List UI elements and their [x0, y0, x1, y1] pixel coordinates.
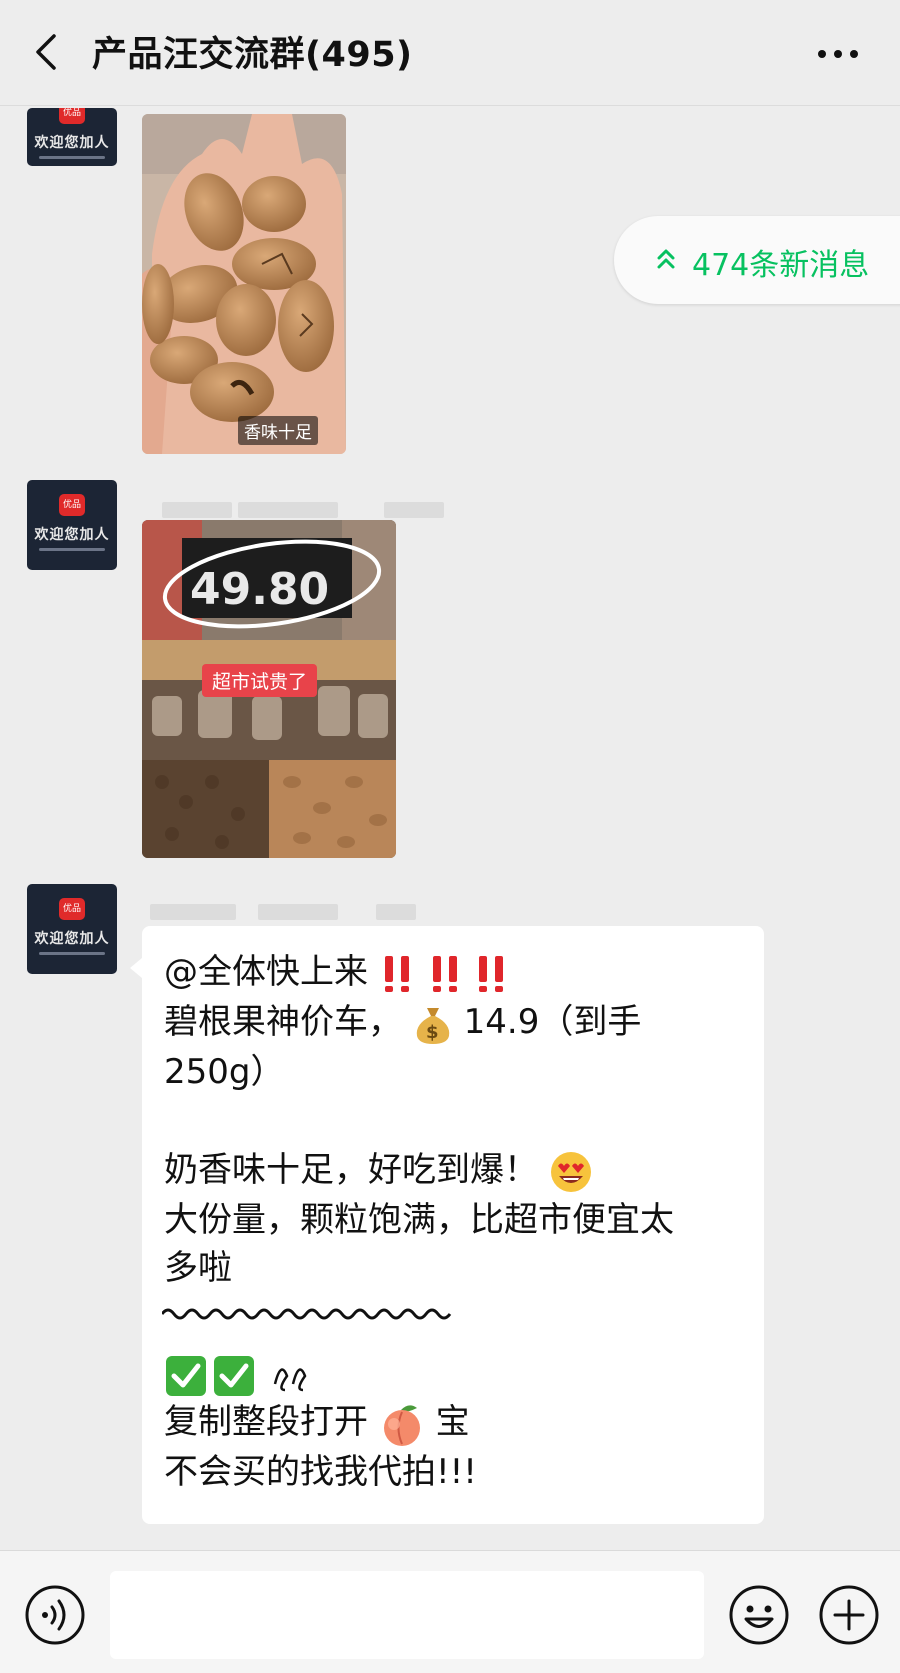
- sender-avatar[interactable]: 优品 欢迎您加人: [27, 884, 117, 974]
- voice-button[interactable]: [24, 1584, 86, 1646]
- photo-caption: 香味十足: [238, 416, 318, 445]
- message-line: [164, 1350, 317, 1398]
- emoji-icon: [729, 1585, 789, 1645]
- sender-avatar[interactable]: 优品 欢迎您加人: [27, 480, 117, 570]
- sender-name-blurred: [238, 502, 338, 518]
- avatar-badge: 优品: [59, 898, 85, 920]
- new-messages-button[interactable]: 474条新消息: [614, 216, 900, 304]
- emoji-button[interactable]: [728, 1584, 790, 1646]
- sender-avatar[interactable]: 优品 欢迎您加人: [27, 108, 117, 166]
- message-line: 不会买的找我代拍!!!: [164, 1452, 477, 1492]
- message-line: 多啦: [164, 1248, 232, 1288]
- avatar-badge: 优品: [59, 108, 85, 124]
- avatar-badge: 优品: [59, 494, 85, 516]
- heart-eyes-icon: [550, 1151, 591, 1192]
- avatar-label: 欢迎您加人: [34, 931, 110, 947]
- money-bag-icon: $: [416, 1007, 450, 1044]
- voice-icon: [25, 1585, 85, 1645]
- text-message-bubble[interactable]: @全体快上来 碧根果神价车， $ 14.9（到手 250g） 奶香味十足，好吃到…: [130, 926, 764, 1524]
- link-glyph-icon: [273, 1367, 307, 1391]
- back-button[interactable]: [28, 28, 68, 76]
- photo-message-supermarket[interactable]: 49.80 超市试贵了: [142, 520, 396, 858]
- svg-text:$: $: [426, 1022, 439, 1043]
- message-line: @全体快上来: [164, 948, 511, 996]
- more-icon: [818, 50, 858, 58]
- sender-name-blurred: [376, 904, 416, 920]
- plus-button[interactable]: [818, 1584, 880, 1646]
- message-line: 大份量，颗粒饱满，比超市便宜太: [164, 1200, 674, 1240]
- mention-text: @全体快上来: [164, 952, 368, 992]
- chat-header: 产品汪交流群(495): [0, 0, 900, 106]
- message-line: 奶香味十足，好吃到爆！: [164, 1146, 593, 1194]
- avatar-label: 欢迎您加人: [34, 527, 110, 543]
- avatar-label: 欢迎您加人: [34, 135, 110, 151]
- sender-name-blurred: [258, 904, 338, 920]
- avatar-subline: [39, 952, 105, 955]
- message-line: 碧根果神价车， $ 14.9（到手: [164, 998, 641, 1046]
- photo-caption: 超市试贵了: [202, 664, 318, 697]
- sender-name-blurred: [150, 904, 236, 920]
- photo-message-pecans-hand[interactable]: 香味十足: [142, 114, 346, 454]
- price-sign-text: 49.80: [190, 564, 329, 615]
- peach-icon: [383, 1404, 420, 1446]
- plus-icon: [819, 1585, 879, 1645]
- page-title: 产品汪交流群(495): [92, 35, 413, 75]
- sender-name-blurred: [384, 502, 444, 518]
- new-messages-label: 474条新消息: [692, 248, 870, 283]
- avatar-subline: [39, 156, 105, 159]
- double-chevron-up-icon: [657, 249, 675, 269]
- sender-name-blurred: [162, 502, 232, 518]
- message-input[interactable]: [110, 1571, 704, 1659]
- more-button[interactable]: [812, 36, 864, 72]
- back-arrow-icon: [36, 34, 56, 70]
- message-line: 250g）: [164, 1052, 285, 1092]
- check-mark-icon: [166, 1355, 254, 1396]
- avatar-subline: [39, 548, 105, 551]
- chat-input-bar: [0, 1550, 900, 1673]
- message-line: 复制整段打开 宝: [164, 1398, 470, 1446]
- wave-divider: [162, 1308, 452, 1320]
- exclamation-icon: [384, 955, 503, 992]
